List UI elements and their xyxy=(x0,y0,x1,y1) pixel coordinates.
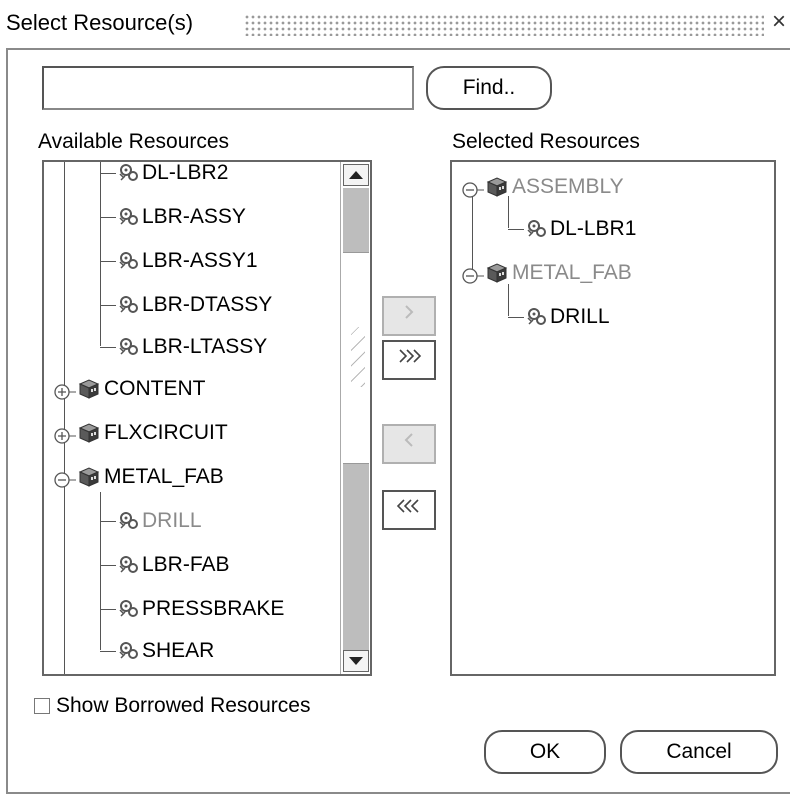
resource-icon xyxy=(118,336,140,358)
show-borrowed-checkbox[interactable] xyxy=(34,698,50,714)
tree-item-assembly[interactable]: ASSEMBLY xyxy=(460,172,760,202)
close-icon[interactable]: × xyxy=(772,8,786,36)
tree-item-dl-lbr1[interactable]: DL-LBR1 xyxy=(508,214,758,244)
tree-item-flxcircuit[interactable]: FLXCIRCUIT xyxy=(52,418,332,448)
expand-icon[interactable] xyxy=(54,424,76,444)
tree-item-shear[interactable]: SHEAR xyxy=(100,636,340,666)
title-bar[interactable]: Select Resource(s) × xyxy=(0,0,796,46)
tree-item-lbr-fab[interactable]: LBR-FAB xyxy=(100,550,340,580)
department-icon xyxy=(486,176,508,198)
tree-item-lbr-assy1[interactable]: LBR-ASSY1 xyxy=(100,246,340,276)
tree-item-metal-fab[interactable]: METAL_FAB xyxy=(460,258,760,288)
tree-item-lbr-ltassy[interactable]: LBR-LTASSY xyxy=(100,332,340,362)
resource-icon xyxy=(526,306,548,328)
tree-item-metal-fab[interactable]: METAL_FAB xyxy=(52,462,332,492)
resource-icon xyxy=(118,510,140,532)
arrow-down-icon xyxy=(349,657,363,665)
resource-icon xyxy=(118,250,140,272)
move-button[interactable] xyxy=(382,296,436,336)
scroll-thumb[interactable] xyxy=(343,252,369,464)
search-input[interactable] xyxy=(42,66,414,110)
ok-button[interactable]: OK xyxy=(484,730,606,774)
collapse-icon[interactable] xyxy=(54,468,76,488)
tree-item-lbr-assy[interactable]: LBR-ASSY xyxy=(100,202,340,232)
tree-item-lbr-dtassy[interactable]: LBR-DTASSY xyxy=(100,290,340,320)
tree-item-pressbrake[interactable]: PRESSBRAKE xyxy=(100,594,340,624)
expand-icon[interactable] xyxy=(54,380,76,400)
window-title: Select Resource(s) xyxy=(6,10,194,35)
show-borrowed-label: Show Borrowed Resources xyxy=(56,694,311,717)
resource-icon xyxy=(118,598,140,620)
chevron-right-icon xyxy=(405,305,414,319)
tree-item-content[interactable]: CONTENT xyxy=(52,374,332,404)
double-chevron-right-icon xyxy=(399,349,422,363)
available-resources-label: Available Resources xyxy=(38,130,230,153)
resource-icon xyxy=(526,218,548,240)
remove-all-button[interactable] xyxy=(382,490,436,530)
resource-icon xyxy=(118,554,140,576)
resource-icon xyxy=(118,162,140,184)
title-bar-grip[interactable] xyxy=(244,14,764,36)
resource-icon xyxy=(118,206,140,228)
double-chevron-left-icon xyxy=(396,499,419,513)
collapse-icon[interactable] xyxy=(462,178,484,198)
department-icon xyxy=(78,466,100,488)
find-button[interactable]: Find.. xyxy=(426,66,552,110)
department-icon xyxy=(486,262,508,284)
tree-item-dl-lbr2[interactable]: DL-LBR2 xyxy=(100,162,340,188)
arrow-up-icon xyxy=(349,171,363,179)
department-icon xyxy=(78,422,100,444)
vertical-scrollbar[interactable] xyxy=(340,162,370,674)
selected-resources-tree[interactable]: ASSEMBLY DL-LBR1 METAL_FAB DRILL xyxy=(450,160,776,676)
cancel-button[interactable]: Cancel xyxy=(620,730,778,774)
chevron-left-icon xyxy=(404,433,413,447)
tree-item-drill[interactable]: DRILL xyxy=(100,506,340,536)
collapse-icon[interactable] xyxy=(462,264,484,284)
department-icon xyxy=(78,378,100,400)
resource-icon xyxy=(118,640,140,662)
resource-icon xyxy=(118,294,140,316)
remove-button[interactable] xyxy=(382,424,436,464)
move-all-button[interactable] xyxy=(382,340,436,380)
selected-resources-label: Selected Resources xyxy=(452,130,640,153)
scroll-up-button[interactable] xyxy=(343,164,369,186)
grip-icon xyxy=(351,327,365,387)
available-resources-tree[interactable]: DL-LBR2 LBR-ASSY LBR-ASSY1 LBR-DTASSY LB… xyxy=(42,160,372,676)
scroll-down-button[interactable] xyxy=(343,650,369,672)
tree-item-drill[interactable]: DRILL xyxy=(508,302,758,332)
